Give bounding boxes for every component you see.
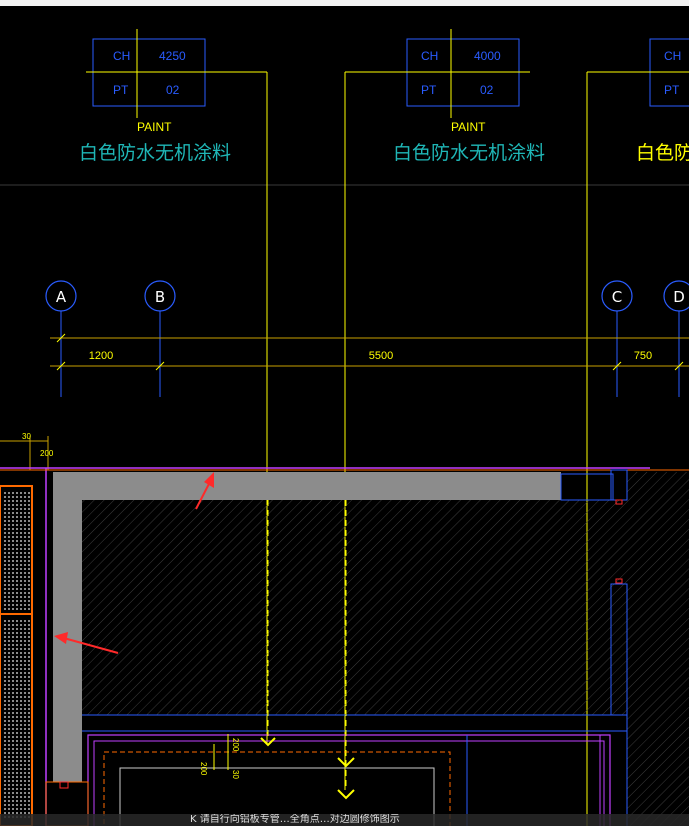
grid-axis-a: A (45, 280, 77, 397)
tag1-material-code: PAINT (137, 120, 172, 134)
status-message: K 请自行向铝板专管…全角点…对边圆修饰图示 (190, 814, 400, 825)
small-dimensions: 30 200 (0, 432, 54, 470)
lower-room (82, 714, 628, 826)
tag1-ch-label: CH (113, 49, 130, 63)
svg-text:A: A (56, 288, 67, 306)
grid-axis-c: C (601, 280, 633, 397)
tag2-pt-value: 02 (480, 83, 494, 97)
tag2-material-code: PAINT (451, 120, 486, 134)
grid-axis-b: B (144, 280, 176, 397)
svg-text:B: B (155, 288, 165, 306)
hatched-slab (82, 500, 627, 715)
tag3-pt-label: PT (664, 83, 680, 97)
tag3-ch-label: CH (664, 49, 681, 63)
tag2-ch-value: 4000 (474, 49, 501, 63)
svg-text:D: D (673, 288, 685, 306)
tag3-material-name: 白色防 (636, 142, 689, 164)
svg-text:200: 200 (231, 738, 240, 752)
cad-viewport[interactable]: CH 4250 PT 02 PAINT 白色防水无机涂料 CH 4000 PT … (0, 0, 689, 826)
tag1-pt-value: 02 (166, 83, 180, 97)
svg-text:30: 30 (231, 770, 240, 779)
svg-text:C: C (612, 288, 622, 306)
svg-text:200: 200 (40, 449, 54, 458)
drawing-canvas[interactable]: CH 4250 PT 02 PAINT 白色防水无机涂料 CH 4000 PT … (0, 0, 689, 826)
dim-ab: 1200 (89, 350, 113, 362)
svg-text:30: 30 (22, 432, 31, 441)
dim-bc: 5500 (369, 350, 393, 362)
tag1-pt-label: PT (113, 83, 129, 97)
tag1-ch-value: 4250 (159, 49, 186, 63)
status-bar: K 请自行向铝板专管…全角点…对边圆修饰图示 (0, 814, 689, 826)
svg-text:200: 200 (199, 762, 208, 776)
tag2-ch-label: CH (421, 49, 438, 63)
dim-cd: 750 (634, 350, 652, 362)
dimension-row: 1200 5500 750 (50, 333, 689, 371)
hatched-wall-right (627, 472, 689, 826)
tag2-material-name: 白色防水无机涂料 (393, 142, 545, 164)
tag1-material-name: 白色防水无机涂料 (79, 142, 231, 164)
left-panel (0, 485, 33, 826)
tag2-pt-label: PT (421, 83, 437, 97)
grid-axis-d: D (663, 280, 689, 397)
